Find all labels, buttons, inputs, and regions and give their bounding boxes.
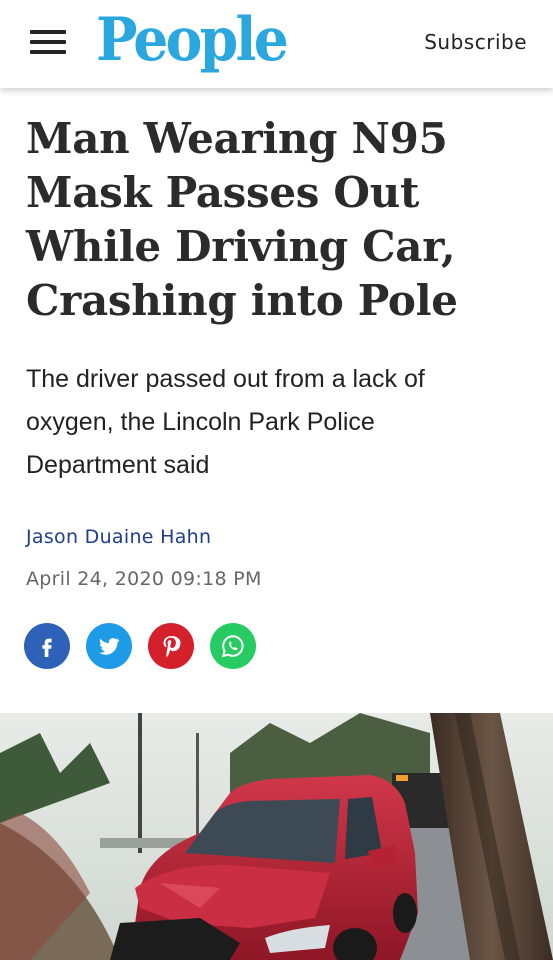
author-link[interactable]: Jason Duaine Hahn xyxy=(26,526,211,548)
facebook-share-button[interactable] xyxy=(24,623,70,669)
pinterest-icon xyxy=(163,636,181,658)
hamburger-menu-icon[interactable] xyxy=(28,28,68,56)
crashed-car-photo xyxy=(0,713,553,960)
facebook-icon xyxy=(42,638,52,657)
whatsapp-icon xyxy=(221,635,244,658)
pinterest-share-button[interactable] xyxy=(148,623,194,669)
share-bar xyxy=(24,623,256,669)
article-dek: The driver passed out from a lack of oxy… xyxy=(26,365,425,479)
publish-date: April 24, 2020 09:18 PM xyxy=(26,568,262,590)
twitter-icon xyxy=(99,638,120,655)
whatsapp-share-button[interactable] xyxy=(210,623,256,669)
site-header: People Subscribe xyxy=(0,0,553,88)
subscribe-link[interactable]: Subscribe xyxy=(424,30,527,54)
article-headline: Man Wearing N95 Mask Passes Out While Dr… xyxy=(26,114,458,325)
twitter-share-button[interactable] xyxy=(86,623,132,669)
hero-photo[interactable] xyxy=(0,713,553,960)
people-logo[interactable]: People xyxy=(96,2,289,78)
